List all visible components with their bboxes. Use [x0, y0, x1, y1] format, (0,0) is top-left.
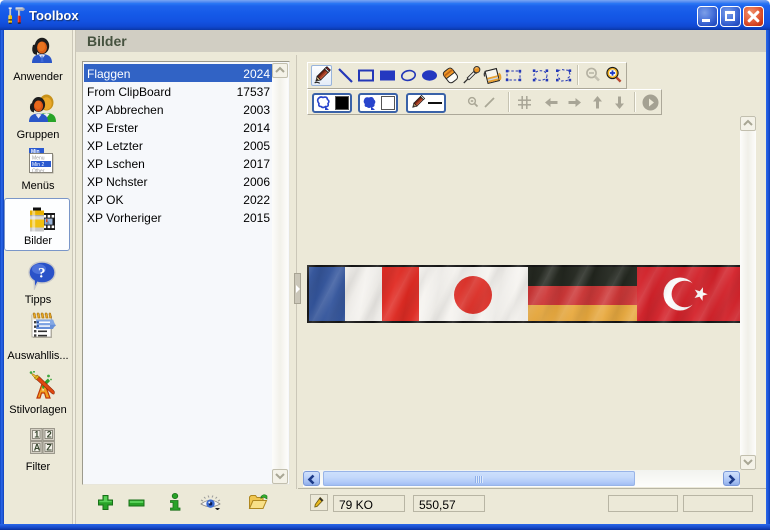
svg-text:Min 2: Min 2 — [32, 162, 44, 168]
svg-text:Z: Z — [46, 443, 52, 453]
svg-text:Other: Other — [32, 169, 45, 175]
svg-text:2: 2 — [47, 430, 52, 440]
svg-text:?: ? — [38, 266, 46, 282]
svg-text:Menu: Menu — [32, 156, 45, 162]
svg-text:A: A — [34, 443, 41, 453]
svg-text:1: 1 — [34, 430, 39, 440]
